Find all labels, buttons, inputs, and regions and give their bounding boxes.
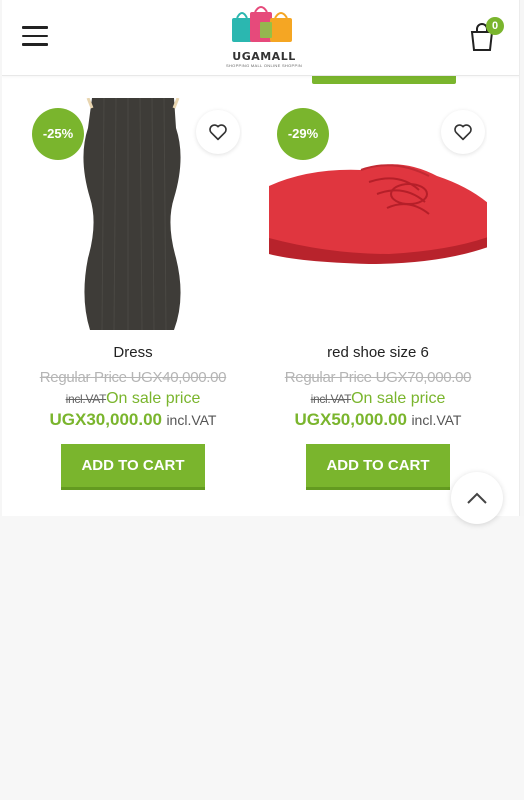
incl-vat-label: incl.VAT — [166, 412, 217, 428]
incl-vat-label: incl.VAT — [411, 412, 462, 428]
on-sale-label: On sale price — [106, 390, 201, 407]
cart-count-badge: 0 — [486, 17, 504, 35]
page-viewport: UGAMALL SHOPPING MALL ONLINE SHOPPING 0 … — [2, 0, 520, 516]
add-to-cart-button[interactable]: ADD TO CART — [306, 444, 450, 490]
hamburger-menu-icon[interactable] — [22, 26, 48, 48]
empty-area-below-viewport — [0, 516, 524, 800]
incl-vat-strikethrough: incl.VAT — [65, 392, 107, 406]
discount-badge: -25% — [32, 108, 84, 160]
add-to-cart-button[interactable]: ADD TO CART — [61, 444, 205, 490]
product-card: -29% red shoe size 6 Regular Price UGX70… — [269, 98, 487, 490]
discount-badge: -29% — [277, 108, 329, 160]
product-image[interactable]: -25% — [24, 98, 242, 330]
chevron-up-icon[interactable] — [451, 472, 503, 524]
product-title[interactable]: Dress — [24, 344, 242, 361]
site-header: UGAMALL SHOPPING MALL ONLINE SHOPPING 0 — [2, 0, 519, 76]
product-card: -25% Dress Regular Price UGX40,000.00 in… — [24, 98, 242, 490]
sale-price-line: UGX50,000.00 incl.VAT — [269, 410, 487, 430]
previous-add-to-cart-button-edge[interactable] — [312, 76, 456, 84]
on-sale-label: On sale price — [351, 390, 446, 407]
incl-vat-strikethrough: incl.VAT — [310, 392, 352, 406]
sale-price: UGX30,000.00 — [49, 410, 162, 429]
shopping-bags-logo-graphic — [232, 6, 292, 42]
logo-tagline: SHOPPING MALL ONLINE SHOPPING — [226, 63, 302, 68]
product-title[interactable]: red shoe size 6 — [269, 344, 487, 361]
sale-label-line: incl.VATOn sale price — [269, 390, 487, 408]
site-logo[interactable]: UGAMALL SHOPPING MALL ONLINE SHOPPING — [226, 6, 302, 68]
heart-icon[interactable] — [196, 110, 240, 154]
logo-wordmark: UGAMALL — [232, 50, 296, 63]
regular-price: Regular Price UGX70,000.00 — [284, 369, 472, 386]
heart-icon[interactable] — [441, 110, 485, 154]
sale-price-line: UGX30,000.00 incl.VAT — [24, 410, 242, 430]
regular-price: Regular Price UGX40,000.00 — [39, 369, 227, 386]
sale-price: UGX50,000.00 — [294, 410, 407, 429]
product-image[interactable]: -29% — [269, 98, 487, 330]
sale-label-line: incl.VATOn sale price — [24, 390, 242, 408]
